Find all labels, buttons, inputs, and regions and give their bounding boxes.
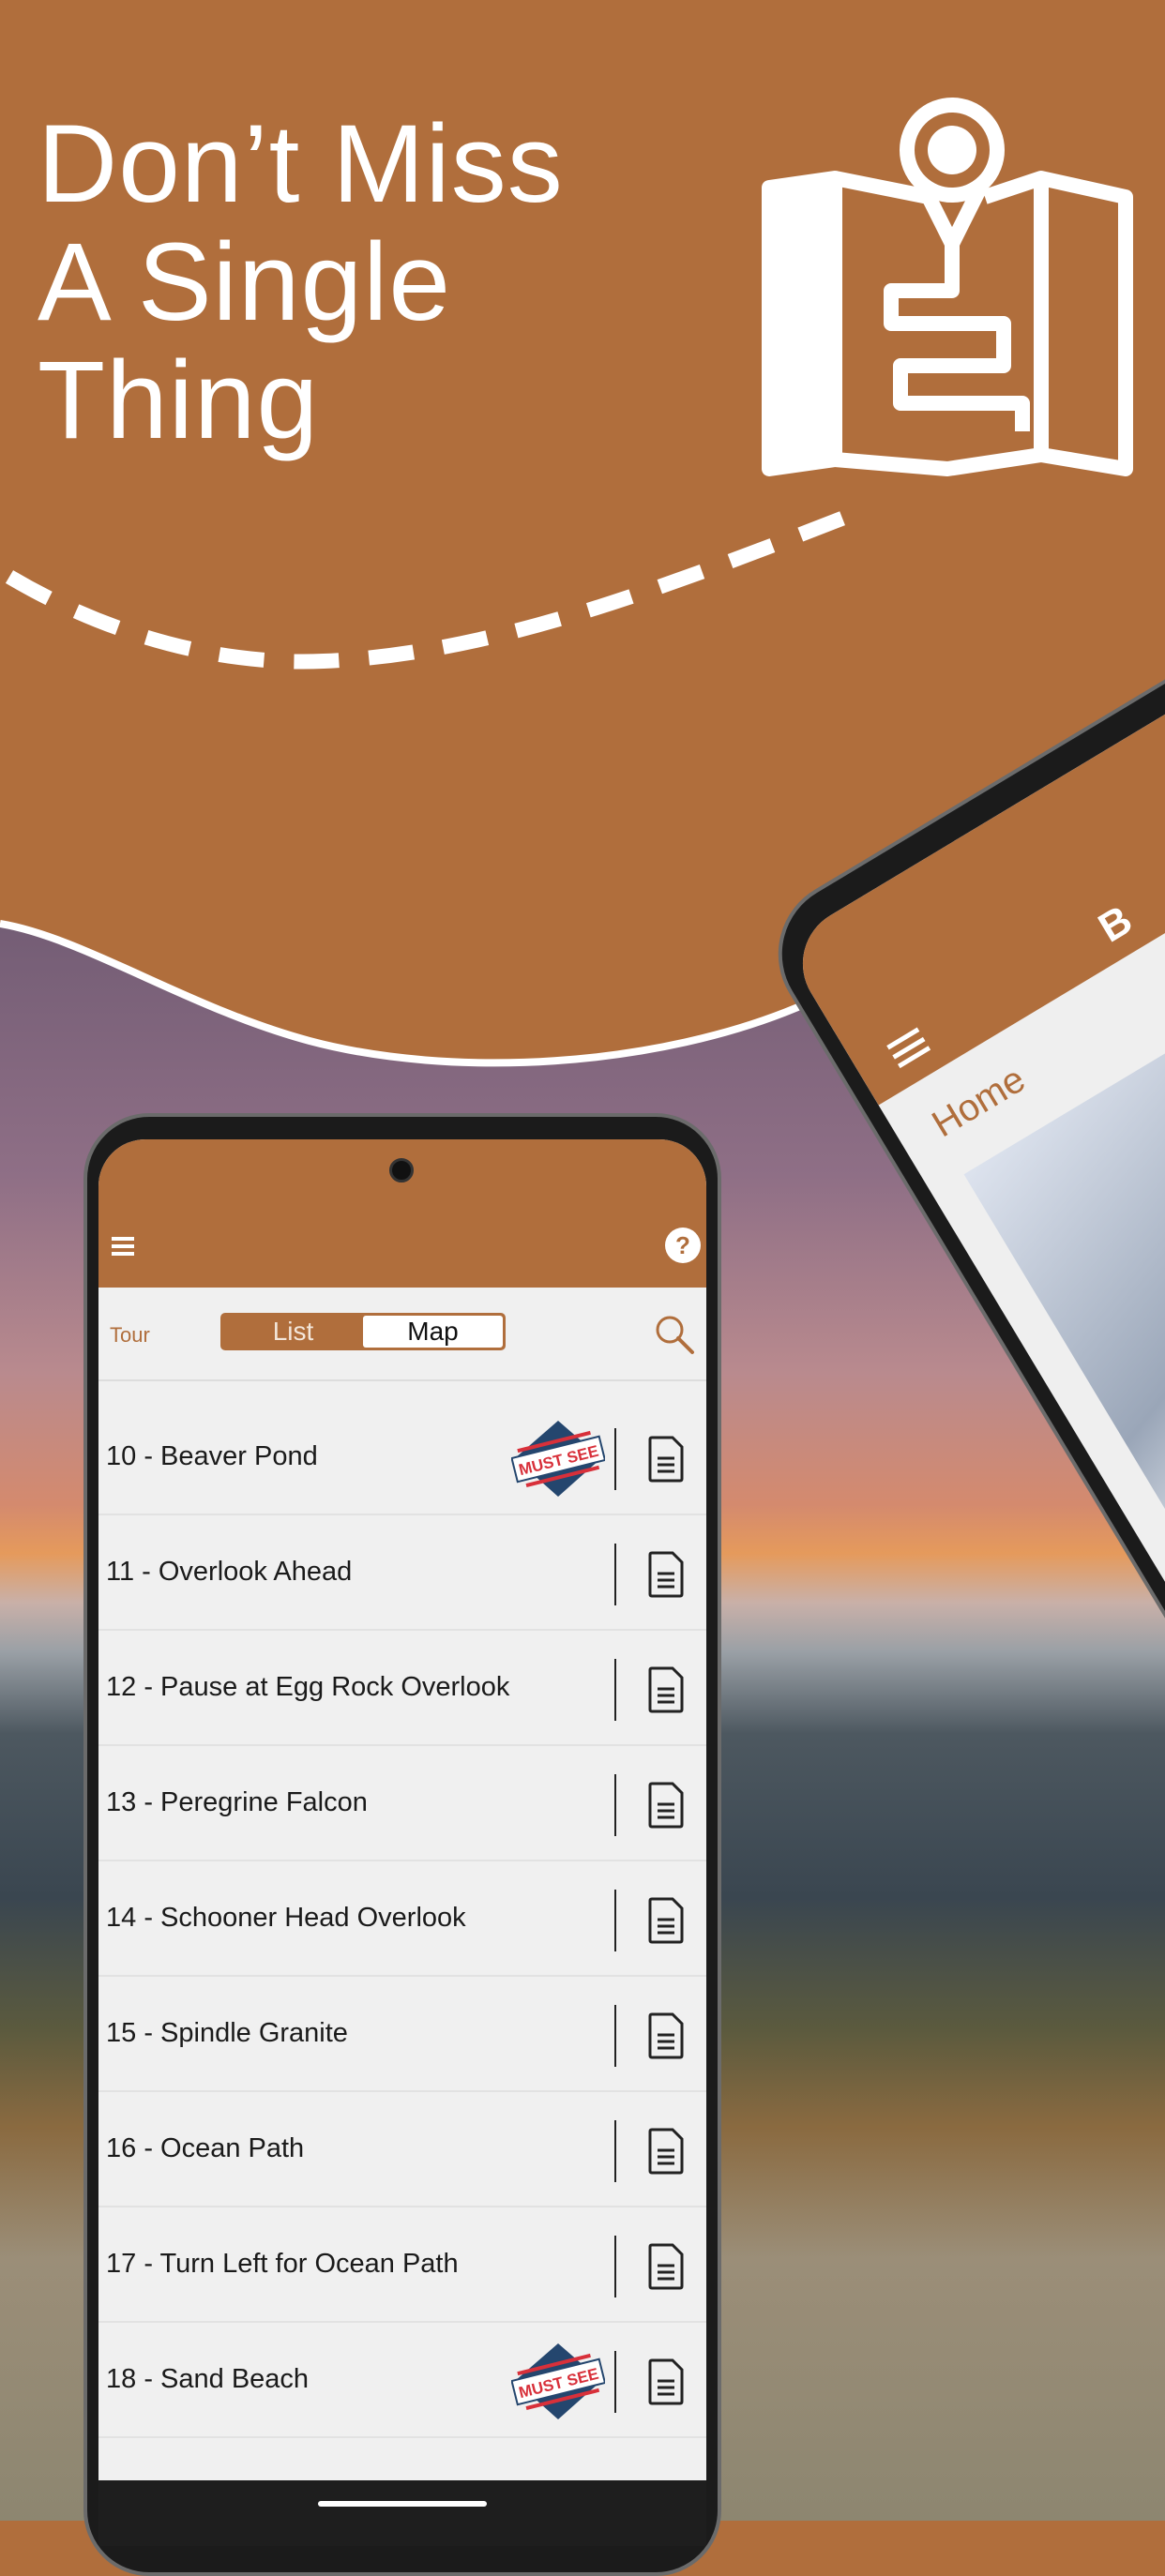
document-icon[interactable] xyxy=(647,1782,685,1829)
dashed-route-line xyxy=(5,508,852,670)
document-icon[interactable] xyxy=(647,2012,685,2059)
divider xyxy=(614,1890,616,1951)
tab-list[interactable]: List xyxy=(223,1316,363,1348)
list-item[interactable]: 15 - Spindle Granite xyxy=(98,1977,706,2092)
document-icon[interactable] xyxy=(647,2128,685,2175)
phone-mockup: ? Tour List Map 10 - Beaver Pond MUST SEE… xyxy=(83,1113,721,2576)
tour-label[interactable]: Tour xyxy=(110,1323,150,1348)
stop-list: 10 - Beaver Pond MUST SEE 11 - Overlook Ah… xyxy=(98,1381,706,2438)
home-indicator xyxy=(98,2480,706,2546)
document-icon[interactable] xyxy=(647,2358,685,2405)
divider xyxy=(614,1774,616,1836)
list-item[interactable]: 10 - Beaver Pond MUST SEE xyxy=(98,1400,706,1515)
list-item[interactable]: 16 - Ocean Path xyxy=(98,2092,706,2207)
headline: Don’t Miss A Single Thing xyxy=(38,105,564,459)
stop-label: 17 - Turn Left for Ocean Path xyxy=(106,2249,459,2279)
hamburger-icon[interactable] xyxy=(886,1027,931,1069)
document-icon[interactable] xyxy=(647,1897,685,1944)
stop-label: 18 - Sand Beach xyxy=(106,2364,310,2394)
headline-line-3: Thing xyxy=(38,339,320,462)
app-title: B xyxy=(1090,896,1141,952)
stop-label: 10 - Beaver Pond xyxy=(106,1441,318,1471)
stop-label: 14 - Schooner Head Overlook xyxy=(106,1903,466,1933)
document-icon[interactable] xyxy=(647,2243,685,2290)
divider xyxy=(614,2120,616,2182)
stop-label: 16 - Ocean Path xyxy=(106,2133,305,2163)
must-see-badge-icon: MUST SEE xyxy=(510,1419,607,1499)
divider xyxy=(614,1428,616,1490)
list-item[interactable]: 14 - Schooner Head Overlook xyxy=(98,1861,706,1977)
divider xyxy=(614,2005,616,2067)
divider xyxy=(614,2236,616,2297)
list-item[interactable]: 12 - Pause at Egg Rock Overlook xyxy=(98,1631,706,1746)
divider xyxy=(614,1659,616,1721)
hamburger-icon[interactable] xyxy=(112,1237,134,1256)
stop-label: 12 - Pause at Egg Rock Overlook xyxy=(106,1672,510,1702)
camera-icon xyxy=(389,1158,414,1183)
stop-label: 11 - Overlook Ahead xyxy=(106,1557,353,1587)
stop-label: 15 - Spindle Granite xyxy=(106,2018,348,2048)
list-item[interactable]: 13 - Peregrine Falcon xyxy=(98,1746,706,1861)
must-see-badge-icon: MUST SEE xyxy=(510,2342,607,2421)
map-pin-icon xyxy=(762,98,1133,476)
toolbar: Tour List Map xyxy=(98,1288,706,1381)
document-icon[interactable] xyxy=(647,1666,685,1713)
tab-map[interactable]: Map xyxy=(363,1316,503,1348)
help-bubble-icon[interactable]: ? xyxy=(665,1228,701,1263)
app-header: ? xyxy=(98,1139,706,1288)
document-icon[interactable] xyxy=(647,1551,685,1598)
headline-line-1: Don’t Miss xyxy=(38,102,564,226)
tab-home[interactable]: Home xyxy=(925,1059,1033,1147)
headline-line-2: A Single xyxy=(38,220,451,344)
view-segmented-control: List Map xyxy=(220,1313,506,1350)
search-icon[interactable] xyxy=(654,1314,695,1355)
divider xyxy=(614,1544,616,1605)
divider xyxy=(614,2351,616,2413)
stop-label: 13 - Peregrine Falcon xyxy=(106,1787,368,1817)
document-icon[interactable] xyxy=(647,1436,685,1483)
list-item[interactable]: 11 - Overlook Ahead xyxy=(98,1515,706,1631)
list-item[interactable]: 17 - Turn Left for Ocean Path xyxy=(98,2207,706,2323)
list-item[interactable]: 18 - Sand Beach MUST SEE xyxy=(98,2323,706,2438)
phone-screen: ? Tour List Map 10 - Beaver Pond MUST SEE… xyxy=(98,1139,706,2546)
